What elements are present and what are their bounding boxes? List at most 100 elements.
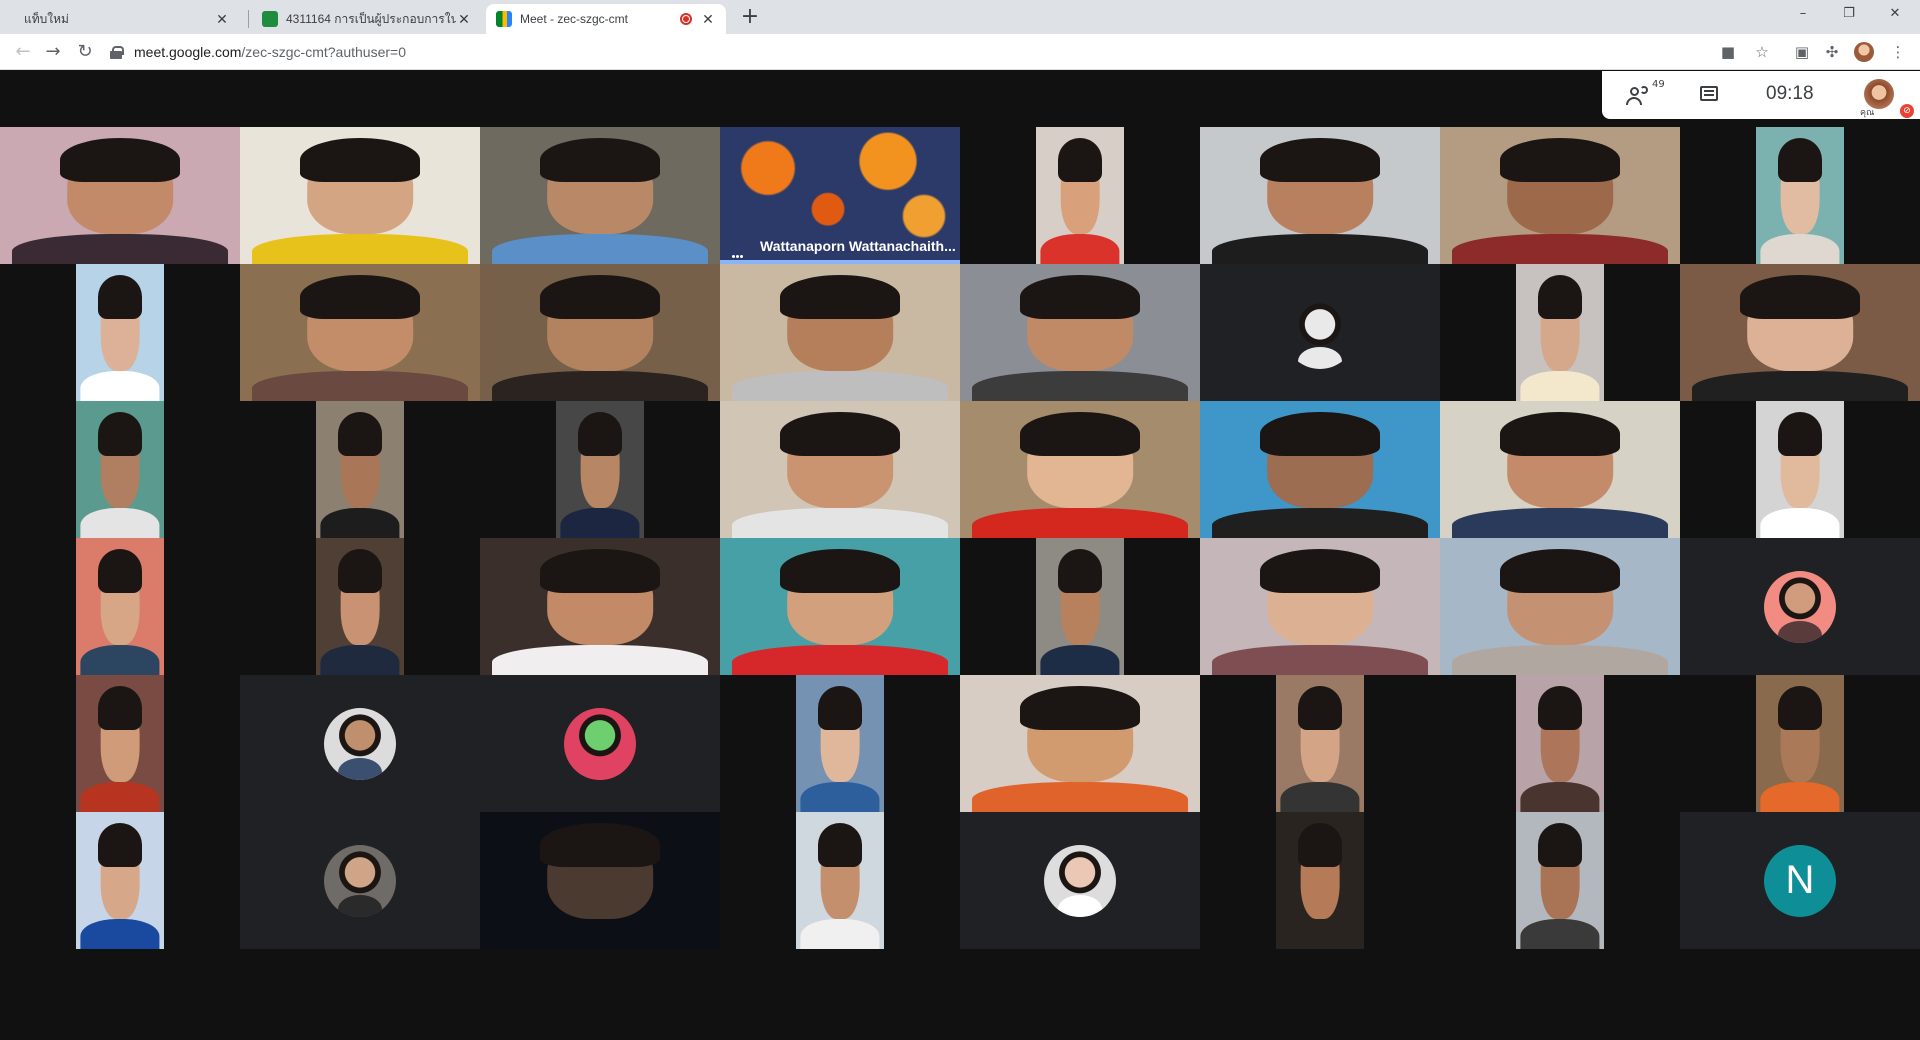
participant-tile[interactable] (240, 675, 480, 812)
participant-body (732, 644, 948, 675)
participant-body (800, 918, 880, 949)
extensions-puzzle-icon[interactable]: ✣ (1820, 40, 1844, 64)
participant-body (972, 370, 1188, 401)
participant-tile[interactable] (1440, 401, 1680, 538)
participant-tile[interactable] (1756, 127, 1844, 264)
tab-new-tab[interactable]: แท็บใหม่ ✕ (14, 4, 240, 34)
bookmark-star-icon[interactable]: ☆ (1750, 40, 1774, 64)
participant-tile[interactable] (1680, 538, 1920, 675)
participant-hair (1778, 685, 1822, 730)
participant-hair (578, 411, 622, 456)
participant-body (1760, 233, 1840, 264)
participant-hair (338, 411, 382, 456)
participant-tile[interactable]: N (1680, 812, 1920, 949)
participant-hair (540, 822, 660, 867)
participant-hair (1020, 411, 1140, 456)
participant-tile[interactable] (796, 675, 884, 812)
participant-tile[interactable] (1756, 675, 1844, 812)
participant-body (492, 644, 708, 675)
participant-tile[interactable] (1516, 264, 1604, 401)
participant-tile[interactable] (1756, 401, 1844, 538)
participant-tile[interactable] (1516, 812, 1604, 949)
chat-icon[interactable] (1698, 83, 1722, 107)
tab-close-icon[interactable]: ✕ (456, 11, 472, 28)
participant-tile[interactable] (720, 538, 960, 675)
participant-tile[interactable] (1036, 538, 1124, 675)
menu-kebab-icon[interactable]: ⋮ (1886, 40, 1910, 64)
minimize-button[interactable]: – (1780, 0, 1826, 30)
participant-tile[interactable] (76, 401, 164, 538)
participant-tile[interactable] (0, 127, 240, 264)
participant-body (1760, 781, 1840, 812)
new-tab-button[interactable]: + (736, 4, 764, 32)
participant-hair (98, 411, 142, 456)
participant-body (732, 370, 948, 401)
participant-hair (1020, 685, 1140, 730)
participant-hair (780, 411, 900, 456)
participant-tile[interactable] (796, 812, 884, 949)
participant-tile[interactable] (316, 401, 404, 538)
participant-tile[interactable] (76, 675, 164, 812)
participant-tile[interactable] (960, 812, 1200, 949)
participant-tile[interactable] (480, 127, 720, 264)
participant-tile[interactable] (240, 127, 480, 264)
participant-tile[interactable] (720, 401, 960, 538)
participant-tile[interactable] (76, 538, 164, 675)
participant-tile[interactable] (316, 538, 404, 675)
participant-tile[interactable] (960, 675, 1200, 812)
participant-tile[interactable] (480, 538, 720, 675)
participant-tile[interactable] (960, 264, 1200, 401)
extension-cast-icon[interactable]: ▣ (1790, 40, 1814, 64)
participant-tile[interactable] (480, 812, 720, 949)
camera-in-use-icon[interactable]: ■ (1716, 40, 1740, 64)
participant-tile[interactable] (720, 264, 960, 401)
meeting-clock: 09:18 (1766, 83, 1814, 104)
participant-body (1760, 507, 1840, 538)
participant-body (492, 370, 708, 401)
participant-body (80, 507, 160, 538)
participant-tile[interactable] (556, 401, 644, 538)
tab-separator (248, 10, 249, 28)
participant-tile[interactable] (1440, 127, 1680, 264)
participant-tile[interactable] (1516, 675, 1604, 812)
participant-hair (1298, 822, 1342, 867)
participant-tile[interactable] (1680, 264, 1920, 401)
participant-tile[interactable] (240, 264, 480, 401)
tab-close-icon[interactable]: ✕ (214, 11, 230, 28)
participant-tile[interactable] (1276, 675, 1364, 812)
participant-tile[interactable] (480, 675, 720, 812)
tab-classroom[interactable]: 4311164 การเป็นผู้ประกอบการในธุรกิ ✕ (252, 4, 482, 34)
participant-hair (540, 548, 660, 593)
participant-tile[interactable] (1440, 538, 1680, 675)
participant-avatar (1284, 296, 1356, 369)
address-bar[interactable]: meet.google.com/zec-szgc-cmt?authuser=0 (110, 38, 1750, 66)
participant-tile[interactable] (1200, 401, 1440, 538)
participant-tile[interactable] (76, 264, 164, 401)
reload-icon[interactable]: ↻ (72, 39, 98, 65)
close-window-button[interactable]: ✕ (1872, 0, 1918, 30)
participant-hair (98, 274, 142, 319)
profile-avatar[interactable] (1854, 42, 1874, 62)
self-label: คุณ (1860, 108, 1875, 118)
participant-tile[interactable] (480, 264, 720, 401)
restore-button[interactable]: ❐ (1826, 0, 1872, 30)
participant-tile[interactable] (76, 812, 164, 949)
participant-tile[interactable] (240, 812, 480, 949)
participant-tile[interactable] (1276, 812, 1364, 949)
tab-close-icon[interactable]: ✕ (700, 11, 716, 28)
participant-hair (818, 822, 862, 867)
participant-body (972, 781, 1188, 812)
participant-tile[interactable] (1200, 264, 1440, 401)
browser-toolbar: ← → ↻ meet.google.com/zec-szgc-cmt?authu… (0, 34, 1920, 70)
back-arrow-icon[interactable]: ← (10, 39, 36, 65)
participant-tile[interactable] (1036, 127, 1124, 264)
participant-tile[interactable] (1200, 127, 1440, 264)
url-host: meet.google.com (134, 44, 242, 60)
participant-count: 49 (1652, 79, 1665, 90)
participant-tile[interactable]: Wattanaporn Wattanachaith... (720, 127, 960, 264)
tab-meet[interactable]: Meet - zec-szgc-cmt ✕ (486, 4, 726, 34)
forward-arrow-icon[interactable]: → (40, 39, 66, 65)
participant-hair (780, 274, 900, 319)
participant-tile[interactable] (960, 401, 1200, 538)
participant-tile[interactable] (1200, 538, 1440, 675)
